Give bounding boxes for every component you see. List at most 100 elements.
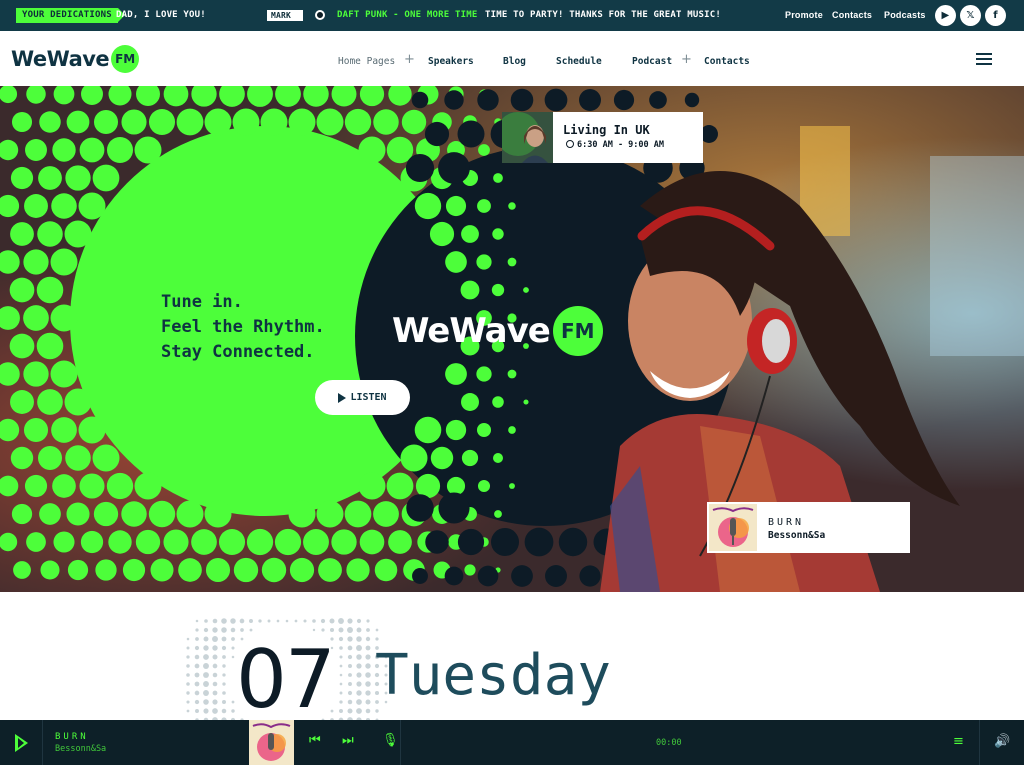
halftone-dot <box>476 422 492 438</box>
halftone-dot <box>186 709 190 713</box>
halftone-dot <box>52 474 76 498</box>
halftone-dot <box>231 646 235 650</box>
hero-banner: Tune in. Feel the Rhythm. Stay Connected… <box>0 86 1024 592</box>
current-show-card[interactable]: Living In UK 6:30 AM - 9:00 AM <box>502 112 703 163</box>
nav-item-home-pages[interactable]: Home Pages <box>338 56 395 67</box>
halftone-dot <box>23 305 49 331</box>
play-icon <box>14 733 28 752</box>
playlist-icon[interactable]: ≡ <box>953 734 964 749</box>
halftone-dot <box>267 619 271 623</box>
halftone-dot <box>356 618 362 624</box>
volume-icon[interactable]: 🔊 <box>994 734 1010 749</box>
next-track-icon[interactable]: ⏭ <box>342 733 354 748</box>
hamburger-menu-icon[interactable] <box>976 53 992 68</box>
halftone-dot <box>231 709 235 713</box>
previous-track-icon[interactable]: ⏮ <box>309 733 321 748</box>
halftone-dot <box>461 449 479 467</box>
halftone-dot <box>186 646 190 650</box>
expand-plus-icon[interactable]: + <box>404 52 415 67</box>
halftone-dot <box>425 530 449 554</box>
halftone-dot <box>524 527 554 557</box>
halftone-dot <box>339 673 343 677</box>
halftone-dot <box>338 627 344 633</box>
halftone-dot <box>212 627 218 633</box>
halftone-dot <box>429 221 455 247</box>
halftone-dot <box>231 637 235 641</box>
top-link-contacts[interactable]: Contacts <box>832 10 872 20</box>
halftone-dot <box>222 664 226 668</box>
day-number: 07 <box>236 633 336 720</box>
halftone-dot <box>23 417 49 443</box>
halftone-dot <box>375 628 379 632</box>
site-header: WeWave FM Home Pages + Speakers Blog Sch… <box>0 31 1024 86</box>
halftone-dot <box>66 110 90 134</box>
halftone-dot <box>148 500 176 528</box>
halftone-dot <box>386 472 414 500</box>
microphone-icon[interactable]: 🎙 <box>382 733 399 748</box>
halftone-dot <box>39 503 61 525</box>
show-time: 6:30 AM - 9:00 AM <box>566 140 664 150</box>
nav-item-contacts[interactable]: Contacts <box>704 56 750 67</box>
halftone-dot <box>212 663 218 669</box>
halftone-dot <box>523 399 529 405</box>
nav-item-podcast[interactable]: Podcast <box>632 56 672 67</box>
halftone-dot <box>212 699 218 705</box>
halftone-dot <box>338 618 344 624</box>
halftone-dot <box>511 565 533 587</box>
halftone-dot <box>212 672 218 678</box>
halftone-dot <box>294 619 298 623</box>
x-icon[interactable]: 𝕏 <box>960 5 981 26</box>
halftone-dot <box>233 557 259 583</box>
halftone-dot <box>477 89 499 111</box>
nav-item-blog[interactable]: Blog <box>503 56 526 67</box>
halftone-dot <box>232 108 260 136</box>
top-link-promote[interactable]: Promote <box>785 10 823 20</box>
halftone-dot <box>148 108 176 136</box>
halftone-dot <box>203 699 209 705</box>
nav-item-speakers[interactable]: Speakers <box>428 56 474 67</box>
show-time-text: 6:30 AM - 9:00 AM <box>577 140 664 150</box>
youtube-icon[interactable]: ▶ <box>935 5 956 26</box>
tagline-line-1: Tune in. <box>161 292 243 312</box>
site-logo[interactable]: WeWave FM <box>11 45 140 73</box>
hero-logo-fm-badge: FM <box>552 306 603 356</box>
halftone-dot <box>38 166 62 190</box>
expand-plus-icon[interactable]: + <box>681 52 692 67</box>
halftone-dot <box>212 645 218 651</box>
halftone-dot <box>373 109 399 135</box>
now-playing-card[interactable]: BURN Bessonn&Sa <box>707 502 910 553</box>
halftone-dot <box>221 645 227 651</box>
halftone-dot <box>9 333 35 359</box>
listen-button[interactable]: LISTEN <box>315 380 410 415</box>
halftone-dot <box>375 709 379 713</box>
audio-player-bar: BURN Bessonn&Sa ⏮ ⏭ 🎙 00:00 ≡ 🔊 <box>0 720 1024 765</box>
dedications-label: YOUR DEDICATIONS <box>16 8 125 23</box>
player-play-button[interactable] <box>0 720 43 765</box>
halftone-dot <box>492 396 504 408</box>
halftone-dot <box>78 192 106 220</box>
halftone-dot <box>347 645 353 651</box>
halftone-dot <box>203 681 209 687</box>
halftone-dot <box>321 628 325 632</box>
halftone-dot <box>445 363 467 385</box>
nav-item-schedule[interactable]: Schedule <box>556 56 602 67</box>
facebook-icon[interactable]: f <box>985 5 1006 26</box>
halftone-dot <box>194 663 200 669</box>
vinyl-disc-icon <box>315 10 325 20</box>
halftone-dot <box>558 527 588 557</box>
halftone-dot <box>579 89 601 111</box>
hero-logo: WeWave FM <box>392 306 603 356</box>
halftone-dot <box>507 257 517 267</box>
halftone-dot <box>347 699 353 705</box>
halftone-dot <box>79 473 105 499</box>
top-link-podcasts[interactable]: Podcasts <box>884 10 926 20</box>
halftone-dot <box>347 690 353 696</box>
show-title: Living In UK <box>563 123 650 137</box>
player-album-cover[interactable] <box>249 720 294 765</box>
halftone-dot <box>203 672 209 678</box>
halftone-dot <box>344 500 372 528</box>
halftone-dot <box>92 444 120 472</box>
halftone-dot <box>249 619 253 623</box>
halftone-dot <box>464 564 476 576</box>
halftone-dot <box>176 500 204 528</box>
